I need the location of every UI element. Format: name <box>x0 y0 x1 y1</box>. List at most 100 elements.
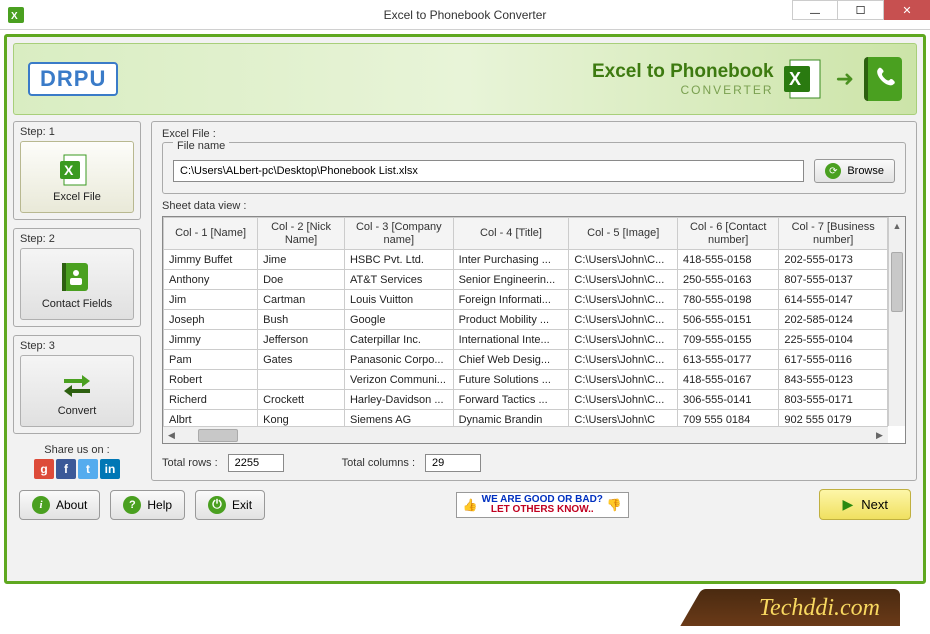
table-row[interactable]: AlbrtKongSiemens AGDynamic BrandinC:\Use… <box>164 410 888 427</box>
table-row[interactable]: AnthonyDoeAT&T ServicesSenior Engineerin… <box>164 270 888 290</box>
total-cols-field <box>425 454 481 472</box>
contact-fields-button[interactable]: Contact Fields <box>20 248 134 320</box>
info-icon <box>32 496 50 514</box>
table-row[interactable]: JimCartmanLouis VuittonForeign Informati… <box>164 290 888 310</box>
help-button[interactable]: Help <box>110 490 185 520</box>
excel-file-heading: Excel File : <box>162 128 906 140</box>
table-cell: Chief Web Desig... <box>453 350 569 370</box>
step-1-button-label: Excel File <box>53 191 101 203</box>
feedback-line2: LET OTHERS KNOW.. <box>482 505 603 515</box>
column-header[interactable]: Col - 3 [Company name] <box>344 218 453 250</box>
table-cell: Harley-Davidson ... <box>344 390 453 410</box>
table-cell: 617-555-0116 <box>779 350 888 370</box>
column-header[interactable]: Col - 4 [Title] <box>453 218 569 250</box>
power-icon <box>208 496 226 514</box>
table-row[interactable]: PamGatesPanasonic Corpo...Chief Web Desi… <box>164 350 888 370</box>
table-cell: Pam <box>164 350 258 370</box>
footer: About Help Exit 👍 WE ARE GOOD OR BAD? LE… <box>19 489 911 520</box>
minimize-button[interactable] <box>792 0 838 20</box>
table-cell: 418-555-0158 <box>678 250 779 270</box>
column-header[interactable]: Col - 5 [Image] <box>569 218 678 250</box>
feedback-line1: WE ARE GOOD OR BAD? <box>482 495 603 505</box>
help-label: Help <box>147 498 172 512</box>
phonebook-icon <box>864 57 902 101</box>
table-cell: 202-585-0124 <box>779 310 888 330</box>
twitter-icon[interactable]: t <box>78 459 98 479</box>
table-row[interactable]: JimmyJeffersonCaterpillar Inc.Internatio… <box>164 330 888 350</box>
table-cell: Jime <box>258 250 345 270</box>
facebook-icon[interactable]: f <box>56 459 76 479</box>
data-table: Col - 1 [Name]Col - 2 [Nick Name]Col - 3… <box>163 217 888 426</box>
file-path-input[interactable] <box>173 160 804 182</box>
google-plus-icon[interactable]: g <box>34 459 54 479</box>
table-row[interactable]: Jimmy BuffetJimeHSBC Pvt. Ltd.Inter Purc… <box>164 250 888 270</box>
table-cell: Jimmy <box>164 330 258 350</box>
table-cell: Siemens AG <box>344 410 453 427</box>
vertical-scrollbar[interactable]: ▲ <box>888 217 905 426</box>
excel-file-icon: X <box>60 153 94 187</box>
table-cell: Verizon Communi... <box>344 370 453 390</box>
table-cell: Caterpillar Inc. <box>344 330 453 350</box>
file-group: File name ⟳ Browse <box>162 142 906 194</box>
horizontal-scrollbar[interactable]: ◀▶ <box>163 426 888 443</box>
banner-title: Excel to Phonebook CONVERTER <box>592 61 774 97</box>
column-header[interactable]: Col - 6 [Contact number] <box>678 218 779 250</box>
total-cols-label: Total columns : <box>342 457 415 469</box>
arrow-right-icon: ➜ <box>836 66 854 92</box>
browse-icon: ⟳ <box>825 163 841 179</box>
linkedin-icon[interactable]: in <box>100 459 120 479</box>
table-cell: Panasonic Corpo... <box>344 350 453 370</box>
about-button[interactable]: About <box>19 490 100 520</box>
table-cell: Richerd <box>164 390 258 410</box>
close-button[interactable] <box>884 0 930 20</box>
step-1-label: Step: 1 <box>20 126 134 138</box>
table-cell: C:\Users\John\C... <box>569 290 678 310</box>
table-cell: Cartman <box>258 290 345 310</box>
thumbs-up-icon: 👍 <box>463 499 478 511</box>
table-cell: 418-555-0167 <box>678 370 779 390</box>
step-2-box: Step: 2 Contact Fields <box>13 228 141 327</box>
table-cell <box>258 370 345 390</box>
table-cell: C:\Users\John\C... <box>569 250 678 270</box>
about-label: About <box>56 498 87 512</box>
window-title: Excel to Phonebook Converter <box>0 8 930 22</box>
app-frame: DRPU Excel to Phonebook CONVERTER X ➜ St… <box>4 34 926 584</box>
browse-button[interactable]: ⟳ Browse <box>814 159 895 183</box>
next-button[interactable]: ▶ Next <box>819 489 911 520</box>
table-cell: 807-555-0137 <box>779 270 888 290</box>
table-cell: Kong <box>258 410 345 427</box>
excel-icon: X <box>784 58 826 100</box>
feedback-button[interactable]: 👍 WE ARE GOOD OR BAD? LET OTHERS KNOW.. … <box>456 492 629 518</box>
table-cell: C:\Users\John\C... <box>569 390 678 410</box>
table-row[interactable]: JosephBushGoogleProduct Mobility ...C:\U… <box>164 310 888 330</box>
column-header[interactable]: Col - 1 [Name] <box>164 218 258 250</box>
table-cell: Dynamic Brandin <box>453 410 569 427</box>
app-icon: X <box>8 7 24 23</box>
svg-text:X: X <box>789 69 801 89</box>
file-name-label: File name <box>173 140 229 152</box>
table-cell: Doe <box>258 270 345 290</box>
watermark: Techddi.com <box>709 589 900 626</box>
table-cell: 202-555-0173 <box>779 250 888 270</box>
sheet-data-label: Sheet data view : <box>162 200 906 212</box>
exit-button[interactable]: Exit <box>195 490 265 520</box>
column-header[interactable]: Col - 7 [Business number] <box>779 218 888 250</box>
table-cell: Foreign Informati... <box>453 290 569 310</box>
table-cell: Future Solutions ... <box>453 370 569 390</box>
step-2-button-label: Contact Fields <box>42 298 112 310</box>
table-cell: 843-555-0123 <box>779 370 888 390</box>
totals-row: Total rows : Total columns : <box>162 454 906 472</box>
table-cell: 803-555-0171 <box>779 390 888 410</box>
step-1-box: Step: 1 X Excel File <box>13 121 141 220</box>
help-icon <box>123 496 141 514</box>
maximize-button[interactable] <box>838 0 884 20</box>
total-rows-label: Total rows : <box>162 457 218 469</box>
table-row[interactable]: RobertVerizon Communi...Future Solutions… <box>164 370 888 390</box>
column-header[interactable]: Col - 2 [Nick Name] <box>258 218 345 250</box>
table-row[interactable]: RicherdCrockettHarley-Davidson ...Forwar… <box>164 390 888 410</box>
excel-file-button[interactable]: X Excel File <box>20 141 134 213</box>
step-3-label: Step: 3 <box>20 340 134 352</box>
table-cell: 780-555-0198 <box>678 290 779 310</box>
convert-button[interactable]: Convert <box>20 355 134 427</box>
table-cell: 306-555-0141 <box>678 390 779 410</box>
